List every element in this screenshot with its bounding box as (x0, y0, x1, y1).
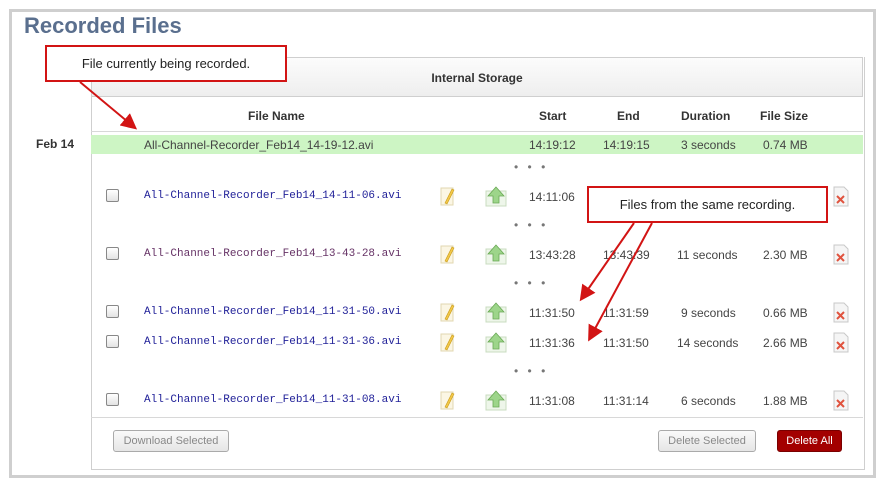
arrow-to-active-file (79, 81, 138, 130)
arrow-to-row-11-31-50 (579, 222, 635, 302)
callout-arrows (79, 81, 653, 342)
